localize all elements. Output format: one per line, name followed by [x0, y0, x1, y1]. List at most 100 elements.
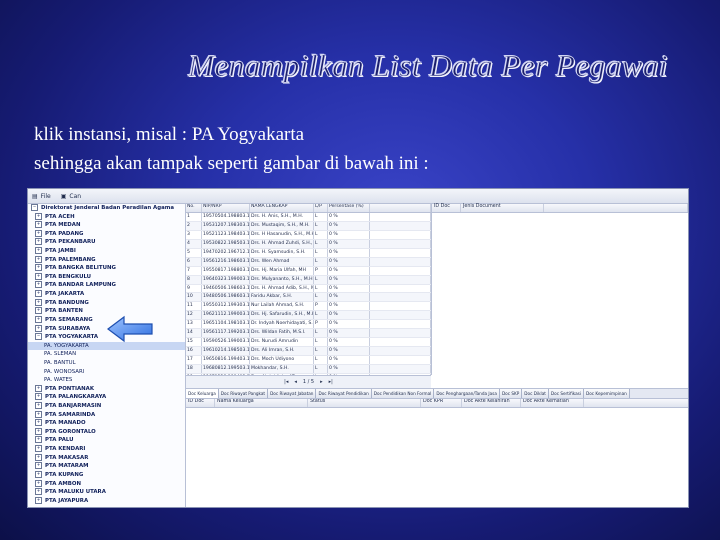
expand-icon[interactable]: +: [35, 445, 42, 453]
keluarga-column-header[interactable]: Doc Akte Kematian: [521, 399, 584, 407]
tree-node[interactable]: + PTA BENGKULU: [28, 272, 185, 282]
table-row[interactable]: 219531207.198303.1.001Drs. Mustaqim, S.H…: [186, 221, 431, 231]
table-row[interactable]: 1219621112.199003.1.002Drs. Hj. Safarudi…: [186, 311, 431, 321]
tree-node[interactable]: + PTA PALEMBANG: [28, 255, 185, 265]
expand-icon[interactable]: +: [35, 272, 42, 280]
expand-icon[interactable]: +: [35, 496, 42, 504]
document-tab[interactable]: Doc Diklat: [522, 389, 549, 398]
document-tab[interactable]: Doc Riwayat Jabatan: [268, 389, 317, 398]
tree-node[interactable]: + PTA BANJARMASIN: [28, 402, 185, 411]
table-row[interactable]: 1419561117.199203.1.003Drs. Wildan Fatih…: [186, 329, 431, 339]
table-row[interactable]: 1519590526.199003.1.002Drs. Nurudi Amrud…: [186, 338, 431, 348]
tree-node[interactable]: + PTA KENDARI: [28, 445, 185, 454]
expand-icon[interactable]: +: [35, 436, 42, 444]
table-row[interactable]: 1819680812.199503.1.001Mokhandar, S.H.L0…: [186, 364, 431, 374]
table-row[interactable]: 319521123.198403.1.001Drs. H Hasanudin, …: [186, 230, 431, 240]
tree-node[interactable]: + PTA ACEH: [28, 212, 185, 222]
expand-icon[interactable]: +: [35, 419, 42, 427]
tree-node[interactable]: + PTA PONTIANAK: [28, 384, 185, 394]
tree-node[interactable]: + PTA PALU: [28, 436, 185, 445]
tree-node[interactable]: + PTA PADANG: [28, 229, 185, 239]
document-tab[interactable]: Doc SKP: [499, 389, 523, 398]
tree-node[interactable]: + PTA MATARAM: [28, 462, 185, 471]
expand-icon[interactable]: +: [35, 221, 42, 229]
table-row[interactable]: 719550817.198803.1.004Drs. Hj. Maria Ulf…: [186, 266, 431, 276]
document-tab[interactable]: Doc Riwayat Pangkat: [218, 389, 269, 398]
table-row[interactable]: 519470202.196712.1.008Drs. H. Syamsudin,…: [186, 248, 431, 258]
grid-column-header[interactable]: NIP/NRP: [202, 204, 250, 212]
tree-node[interactable]: + PTA JAMBI: [28, 247, 185, 256]
menu-file[interactable]: ▤ File: [32, 193, 51, 200]
table-row[interactable]: 619561216.198603.1.001Drs. Wen AhmadL0 %: [186, 257, 431, 267]
collapse-icon[interactable]: −: [35, 333, 42, 341]
tree-node[interactable]: PA. WONOSARI: [28, 368, 185, 377]
table-row[interactable]: 1019480506.198603.1.005Faridu Akbar, S.H…: [186, 293, 431, 303]
expand-icon[interactable]: +: [35, 238, 42, 246]
table-row[interactable]: 919460506.198603.1.005Drs. H. Ahmad Adib…: [186, 284, 431, 294]
table-row[interactable]: 819640323.199003.1.004Drs. Mulyananto, S…: [186, 275, 431, 285]
tree-node[interactable]: + PTA PEKANBARU: [28, 238, 185, 247]
prev-page-icon[interactable]: ◂: [294, 379, 297, 385]
table-row[interactable]: 1619610214.198503.1.003Drs. Ali Imran, S…: [186, 347, 431, 356]
tree-node[interactable]: + PTA KUPANG: [28, 470, 185, 480]
document-tab[interactable]: Doc Kepemimpinan: [584, 389, 630, 398]
keluarga-column-header[interactable]: ID Doc: [186, 399, 215, 407]
keluarga-column-header[interactable]: Doc Akte Kelahiran: [462, 399, 521, 407]
keluarga-column-header[interactable]: Nama Keluarga: [215, 399, 308, 407]
tree-node[interactable]: + PTA MANADO: [28, 419, 185, 428]
tree-node[interactable]: + PTA PALANGKARAYA: [28, 393, 185, 402]
expand-icon[interactable]: +: [35, 247, 42, 255]
tree-node[interactable]: + PTA MAKASAR: [28, 453, 185, 463]
table-row[interactable]: 1119550312.199303.1.004Nur Lailah Ahmad,…: [186, 302, 431, 312]
expand-icon[interactable]: +: [35, 212, 42, 220]
expand-icon[interactable]: +: [35, 470, 42, 478]
tree-node[interactable]: PA. YOGYAKARTA: [28, 341, 185, 351]
expand-icon[interactable]: +: [35, 264, 42, 272]
collapse-icon[interactable]: −: [31, 204, 38, 211]
tree-node[interactable]: + PTA MEDAN: [28, 221, 185, 230]
next-page-icon[interactable]: ▸: [320, 379, 323, 385]
first-page-icon[interactable]: |◂: [284, 379, 288, 385]
expand-icon[interactable]: +: [35, 281, 42, 289]
tree-node[interactable]: + PTA AMBON: [28, 479, 185, 489]
table-row[interactable]: 119570504.198803.1.004Drs. H. Anis, S.H.…: [186, 213, 431, 222]
table-row[interactable]: 1319651104.198103.1.003Dr. Indyah Noerhi…: [186, 320, 431, 330]
tree-node[interactable]: PA. BANTUL: [28, 359, 185, 368]
grid-column-header[interactable]: [370, 204, 431, 212]
tree-node[interactable]: + PTA MALUKU UTARA: [28, 488, 185, 497]
tree-node[interactable]: + PTA JAKARTA: [28, 290, 185, 299]
document-tab[interactable]: Doc Riwayat Pendidikan: [316, 389, 372, 398]
grid-column-header[interactable]: No.: [186, 204, 202, 212]
expand-icon[interactable]: +: [35, 384, 42, 392]
expand-icon[interactable]: +: [35, 488, 42, 496]
expand-icon[interactable]: +: [35, 393, 42, 401]
expand-icon[interactable]: +: [35, 315, 42, 323]
tree-node[interactable]: + PTA BANDUNG: [28, 298, 185, 308]
expand-icon[interactable]: +: [35, 255, 42, 263]
expand-icon[interactable]: +: [35, 462, 42, 470]
expand-icon[interactable]: +: [35, 410, 42, 418]
grid-column-header[interactable]: NAMA LENGKAP: [250, 204, 314, 212]
document-tab[interactable]: Doc Penghargaan/Tanda Jasa: [434, 389, 500, 398]
document-tab[interactable]: Doc Sertifikasi: [548, 389, 584, 398]
table-row[interactable]: 419530822.198503.1.001Drs. H. Ahmad Zuhd…: [186, 239, 431, 249]
tree-node[interactable]: + PTA SAMARINDA: [28, 410, 185, 420]
tree-node[interactable]: + PTA JAYAPURA: [28, 496, 185, 506]
expand-icon[interactable]: +: [35, 298, 42, 306]
last-page-icon[interactable]: ▸|: [329, 379, 333, 385]
tree-node[interactable]: − Direktorat Jenderal Badan Peradilan Aga…: [28, 204, 185, 213]
document-tab[interactable]: Doc Keluarga: [186, 389, 219, 398]
keluarga-column-header[interactable]: Status: [308, 399, 421, 407]
expand-icon[interactable]: +: [35, 229, 42, 237]
grid-column-header[interactable]: L/P: [314, 204, 328, 212]
expand-icon[interactable]: +: [35, 479, 42, 487]
expand-icon[interactable]: +: [35, 307, 42, 315]
tree-node[interactable]: PA. WATES: [28, 376, 185, 385]
menu-can[interactable]: ▣ Can: [61, 193, 81, 200]
grid-column-header[interactable]: Persentase (%): [328, 204, 370, 212]
tree-node[interactable]: + PTA BANDAR LAMPUNG: [28, 281, 185, 290]
expand-icon[interactable]: +: [35, 290, 42, 298]
expand-icon[interactable]: +: [35, 427, 42, 435]
expand-icon[interactable]: +: [35, 324, 42, 332]
expand-icon[interactable]: +: [35, 453, 42, 461]
